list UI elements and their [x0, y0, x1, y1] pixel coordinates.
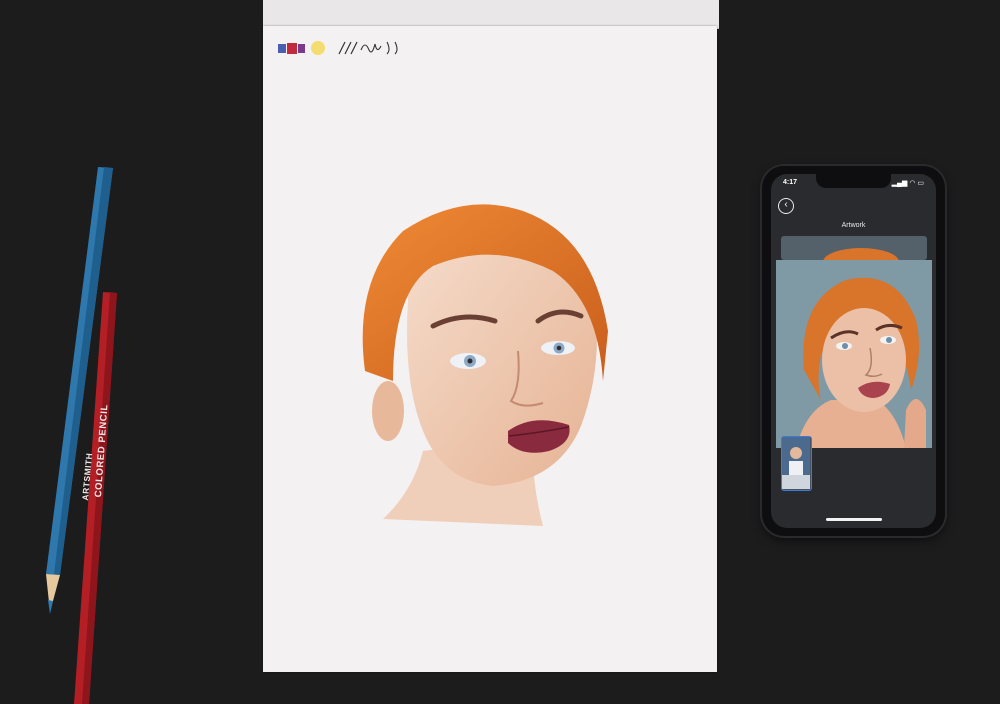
smartphone: 4:17 ▂▄▆ ◠ ▭ ‹ Artwork — [762, 166, 945, 536]
sketchbook-back-cover — [263, 0, 719, 29]
screen-title: Artwork — [841, 222, 866, 229]
artwork-card-stacked[interactable] — [781, 236, 927, 260]
test-scribble — [338, 41, 398, 55]
color-swatches — [278, 41, 325, 55]
sketchbook-page — [263, 26, 717, 672]
drawn-portrait — [362, 204, 608, 526]
thumbnail-artwork[interactable] — [781, 436, 812, 491]
reference-photo[interactable] — [776, 260, 932, 448]
pencils — [46, 167, 117, 704]
chevron-left-icon[interactable]: ‹ — [778, 198, 794, 214]
home-indicator — [826, 518, 882, 521]
phone-screen: 4:17 ▂▄▆ ◠ ▭ ‹ Artwork — [771, 174, 936, 528]
status-icons: ▂▄▆ ◠ ▭ — [891, 180, 924, 187]
photo-scene: ARTSMITH COLORED PENCIL 4:17 ▂▄▆ ◠ ▭ ‹ A… — [0, 0, 1000, 704]
status-time: 4:17 — [783, 179, 798, 186]
phone-notch — [816, 174, 891, 188]
